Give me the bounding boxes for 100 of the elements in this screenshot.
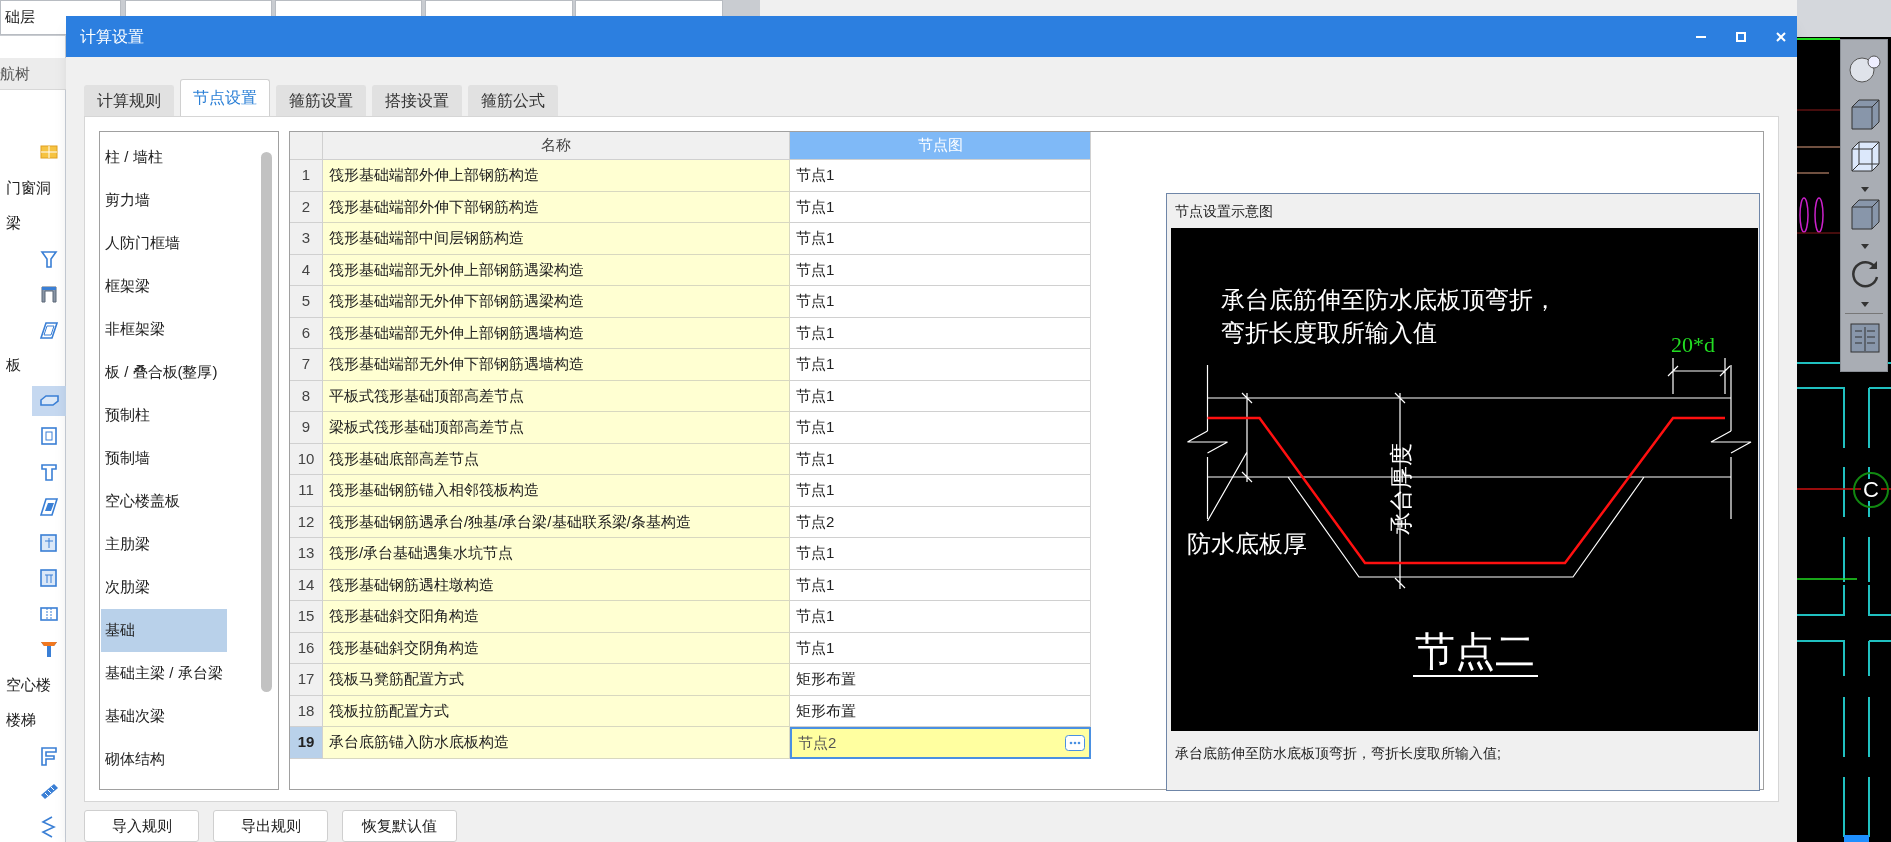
table-cell: 节点2 [790,506,1091,538]
table-cell: 筏板马凳筋配置方式 [323,664,790,696]
nav-group-label[interactable]: 空心楼 [6,669,66,700]
row-number[interactable]: 9 [290,412,323,444]
category-item[interactable]: 基础次梁 [101,695,227,738]
cube-icon[interactable] [1848,139,1882,173]
table-cell: 筏形基础端部中间层钢筋构造 [323,223,790,255]
dimension-line [1667,357,1731,395]
maximize-icon[interactable] [1735,30,1747,43]
category-item[interactable]: 空心楼盖板 [101,480,227,523]
tab[interactable]: 搭接设置 [372,85,462,116]
nav-group-label[interactable]: 楼梯 [6,705,66,735]
scrollbar[interactable] [261,152,272,692]
nav-group-label[interactable]: 梁 [6,208,66,238]
table-cell: 筏形基础端部外伸上部钢筋构造 [323,160,790,192]
node-title: 节点二 [1415,629,1535,673]
tool-icon [38,425,60,447]
table-cell: 节点1 [790,569,1091,601]
category-item[interactable]: 剪力墙 [101,179,227,222]
table-cell: 节点1 [790,191,1091,223]
caret-icon[interactable] [1861,302,1869,307]
row-number[interactable]: 18 [290,695,323,727]
checklist-icon[interactable] [1848,321,1882,355]
caret-icon[interactable] [1861,244,1869,249]
row-number[interactable]: 17 [290,664,323,696]
tool-icon [38,531,60,554]
table-cell: 节点1 [790,538,1091,570]
row-number[interactable]: 8 [290,380,323,412]
table-cell: 筏形基础端部无外伸上部钢筋遇墙构造 [323,317,790,349]
table-cell: 节点1 [790,412,1091,444]
table-cell: 筏板拉筋配置方式 [323,695,790,727]
table-cell: 梁板式筏形基础顶部高差节点 [323,412,790,444]
preview-caption: 承台底筋伸至防水底板顶弯折，弯折长度取所输入值; [1174,744,1502,763]
table-cell: 筏形基础斜交阳角构造 [323,601,790,633]
action-button[interactable]: 导出规则 [213,810,328,842]
table-cell: 筏形基础钢筋遇柱墩构造 [323,569,790,601]
category-item[interactable]: 砌体结构 [101,738,227,781]
category-item[interactable]: 人防门框墙 [101,222,227,265]
row-number[interactable]: 14 [290,569,323,601]
category-item[interactable]: 基础主梁 / 承台梁 [101,652,227,695]
caret-icon[interactable] [1861,187,1869,192]
more-icon[interactable] [1065,734,1085,751]
row-number[interactable]: 7 [290,349,323,381]
panel-title: 航树 [0,64,30,84]
dimension-label: 防水底板厚 [1187,531,1307,557]
tab[interactable]: 箍筋设置 [276,85,366,116]
table-cell: 筏形基础端部无外伸下部钢筋遇墙构造 [323,349,790,381]
dimension-label: 20*d [1671,332,1715,357]
table-cell: 筏形基础底部高差节点 [323,443,790,475]
table-cell: 节点1 [790,317,1091,349]
table-cell: 筏形基础钢筋锚入相邻筏板构造 [323,475,790,507]
close-icon[interactable] [1775,30,1787,43]
row-number[interactable]: 4 [290,254,323,286]
preview-title: 节点设置示意图 [1174,201,1274,221]
row-number[interactable]: 5 [290,286,323,318]
category-item[interactable]: 基础 [101,609,227,652]
table-cell: 节点1 [790,349,1091,381]
tool-icon [38,567,60,589]
row-number[interactable]: 6 [290,317,323,349]
dropdown-field[interactable]: 节点2 [790,727,1091,759]
category-item[interactable]: 板 / 叠合板(整厚) [101,351,227,394]
note-text: 承台底筋伸至防水底板顶弯折， [1221,287,1557,313]
table-cell: 节点1 [790,223,1091,255]
category-item[interactable]: 非框架梁 [101,308,227,351]
nav-tool-button[interactable] [32,385,66,416]
row-number[interactable]: 12 [290,506,323,538]
table-cell: 筏形基础端部无外伸上部钢筋遇梁构造 [323,254,790,286]
row-number[interactable]: 10 [290,443,323,475]
row-number[interactable]: 19 [290,727,323,759]
category-item[interactable]: 柱 / 墙柱 [101,136,227,179]
table-cell: 筏形基础钢筋遇承台/独基/承台梁/基础联系梁/条基构造 [323,506,790,538]
category-item[interactable]: 框架梁 [101,265,227,308]
table-cell: 节点1 [790,443,1091,475]
row-number[interactable]: 2 [290,191,323,223]
table-cell: 平板式筏形基础顶部高差节点 [323,380,790,412]
table-cell: 节点1 [790,632,1091,664]
category-item[interactable]: 预制柱 [101,394,227,437]
row-number[interactable]: 13 [290,538,323,570]
row-number[interactable]: 11 [290,475,323,507]
row-number[interactable]: 1 [290,160,323,192]
table-cell: 节点1 [790,160,1091,192]
table-cell: 节点1 [790,286,1091,318]
action-button[interactable]: 导入规则 [84,810,199,842]
tab[interactable]: 计算规则 [84,85,174,116]
row-number[interactable]: 16 [290,632,323,664]
note-text: 弯折长度取所输入值 [1221,320,1437,346]
nav-group-label[interactable]: 板 [6,350,66,380]
nav-group-label[interactable]: 门窗洞 [6,172,66,203]
category-item[interactable]: 次肋梁 [101,566,227,609]
table-cell: 节点1 [790,601,1091,633]
row-number[interactable]: 3 [290,223,323,255]
category-item[interactable]: 预制墙 [101,437,227,480]
table-cell: 矩形布置 [790,664,1091,696]
row-number[interactable]: 15 [290,601,323,633]
table-cell: 筏形基础斜交阴角构造 [323,632,790,664]
category-item[interactable]: 主肋梁 [101,523,227,566]
tab[interactable]: 节点设置 [180,79,270,116]
action-button[interactable]: 恢复默认值 [342,810,457,842]
tab[interactable]: 箍筋公式 [468,85,558,116]
table-cell: 筏形基础端部无外伸下部钢筋遇梁构造 [323,286,790,318]
